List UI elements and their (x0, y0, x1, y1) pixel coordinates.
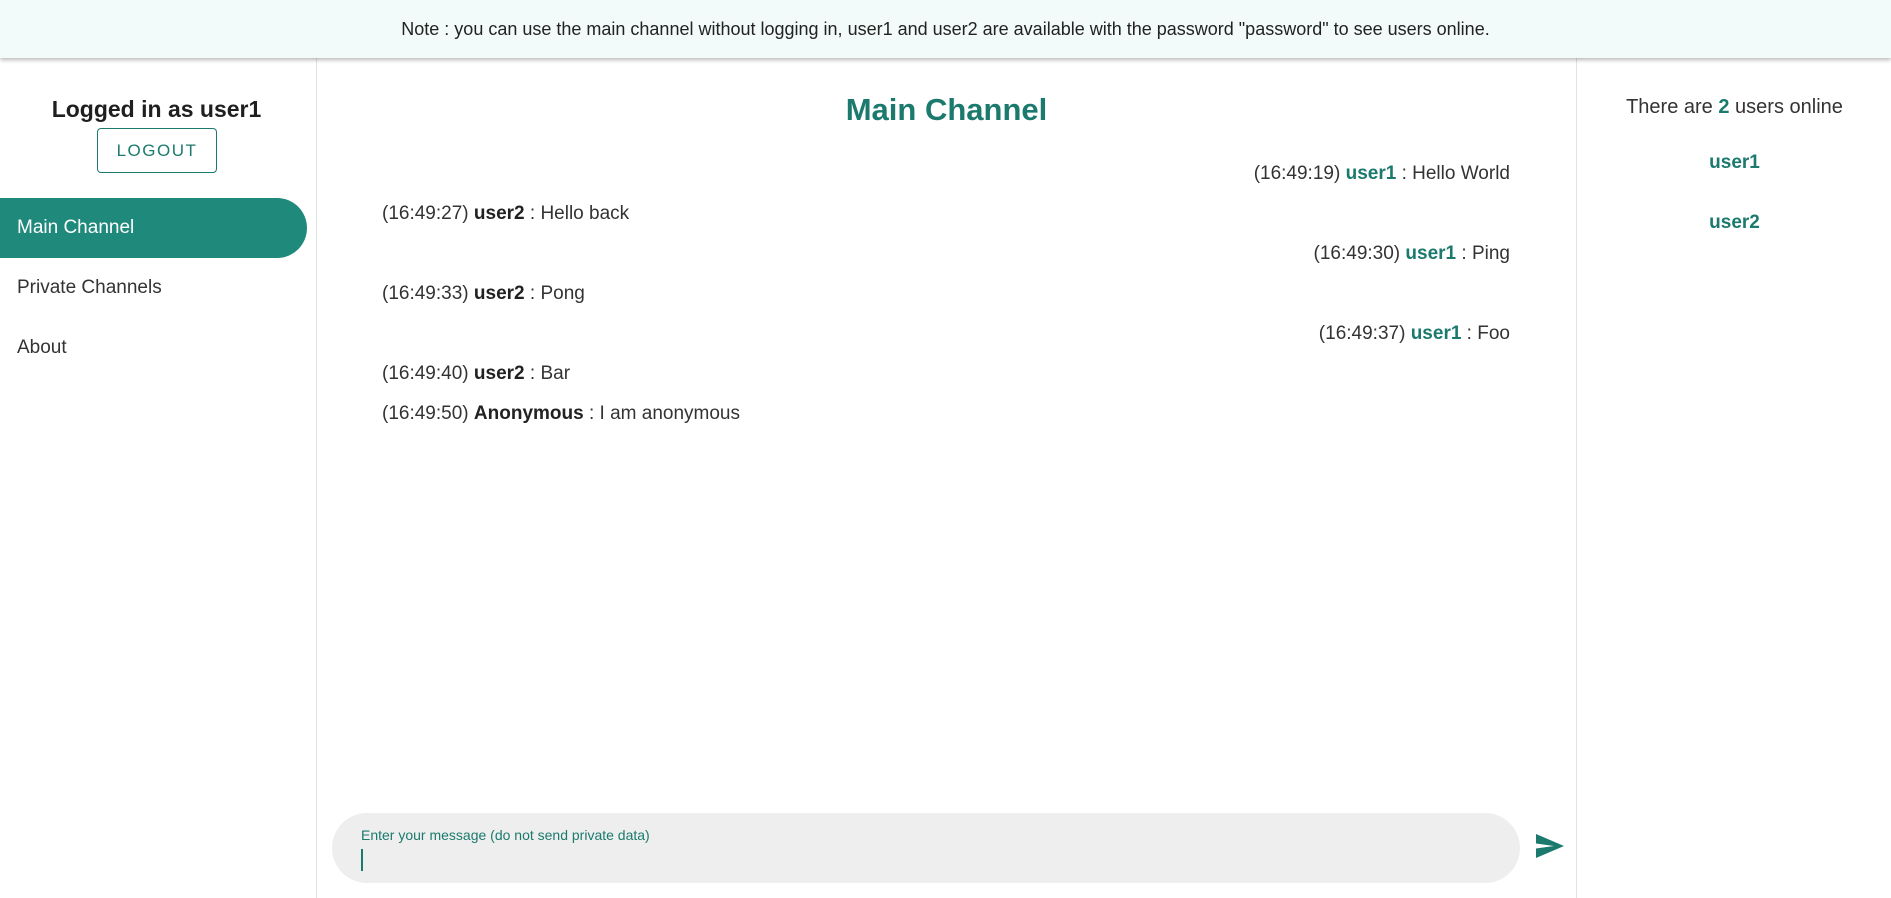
message-author[interactable]: user2 (474, 283, 525, 305)
notice-text: Note : you can use the main channel with… (401, 18, 1490, 39)
sidebar-item-main-channel[interactable]: Main Channel (0, 198, 307, 258)
message-separator: : (524, 363, 541, 384)
sidebar-item-label: Main Channel (17, 217, 135, 238)
message-row: (16:49:40) user2 : Bar (382, 354, 1510, 394)
message-text: I am anonymous (599, 403, 740, 424)
sidebar-item-label: About (17, 337, 67, 358)
message-author[interactable]: user1 (1346, 163, 1397, 185)
send-icon (1535, 833, 1565, 864)
message-author[interactable]: user1 (1411, 323, 1462, 345)
message-time: (16:49:33) (382, 283, 469, 304)
message-author[interactable]: user2 (474, 363, 525, 385)
message-list: (16:49:19) user1 : Hello World (16:49:27… (382, 154, 1510, 434)
message-input-label: Enter your message (do not send private … (361, 827, 650, 843)
message-separator: : (1396, 163, 1413, 184)
message-separator: : (583, 403, 600, 424)
message-author[interactable]: user1 (1405, 243, 1456, 265)
message-time: (16:49:37) (1318, 323, 1406, 344)
message-time: (16:49:50) (382, 403, 469, 424)
sidebar-item-private-channels[interactable]: Private Channels (0, 258, 307, 318)
message-time: (16:49:27) (382, 203, 469, 224)
message-time: (16:49:40) (382, 363, 469, 384)
sidebar-item-about[interactable]: About (0, 318, 307, 378)
text-caret (361, 849, 363, 871)
message-text: Hello back (540, 203, 630, 224)
sidebar-item-label: Private Channels (17, 277, 162, 298)
notice-banner: Note : you can use the main channel with… (0, 0, 1891, 58)
message-row: (16:49:19) user1 : Hello World (382, 154, 1510, 194)
message-row: (16:49:33) user2 : Pong (382, 274, 1510, 314)
channel-title: Main Channel (845, 92, 1048, 127)
online-count-suffix: users online (1729, 96, 1843, 118)
message-row: (16:49:50) Anonymous : I am anonymous (382, 394, 1510, 434)
online-count: 2 (1718, 96, 1730, 118)
logged-in-label: Logged in as user1 (51, 96, 262, 122)
message-row: (16:49:27) user2 : Hello back (382, 194, 1510, 234)
message-time: (16:49:30) (1313, 243, 1401, 264)
message-separator: : (1456, 243, 1472, 264)
sidebar: Logged in as user1 LOGOUT Main Channel P… (0, 58, 317, 898)
message-text: Bar (540, 363, 571, 384)
message-separator: : (524, 203, 541, 224)
message-author[interactable]: user2 (474, 203, 525, 225)
message-text: Hello World (1412, 163, 1510, 184)
online-user-user2[interactable]: user2 (1577, 212, 1891, 234)
message-input[interactable]: Enter your message (do not send private … (332, 813, 1520, 883)
message-row: (16:49:37) user1 : Foo (382, 314, 1510, 354)
message-text: Pong (540, 283, 585, 304)
message-author: Anonymous (473, 403, 584, 424)
message-text: Foo (1477, 323, 1510, 344)
send-button[interactable] (1530, 828, 1570, 868)
message-time: (16:49:19) (1253, 163, 1341, 184)
online-count-label: There are 2 users online (1577, 96, 1891, 119)
message-row: (16:49:30) user1 : Ping (382, 234, 1510, 274)
logout-button[interactable]: LOGOUT (97, 128, 217, 173)
message-text: Ping (1471, 243, 1510, 264)
chat-main: Main Channel (16:49:19) user1 : Hello Wo… (318, 58, 1575, 898)
online-count-prefix: There are (1626, 96, 1719, 118)
online-users-panel: There are 2 users online user1 user2 (1576, 58, 1891, 898)
message-separator: : (524, 283, 541, 304)
online-user-user1[interactable]: user1 (1577, 152, 1891, 174)
message-separator: : (1461, 323, 1478, 344)
